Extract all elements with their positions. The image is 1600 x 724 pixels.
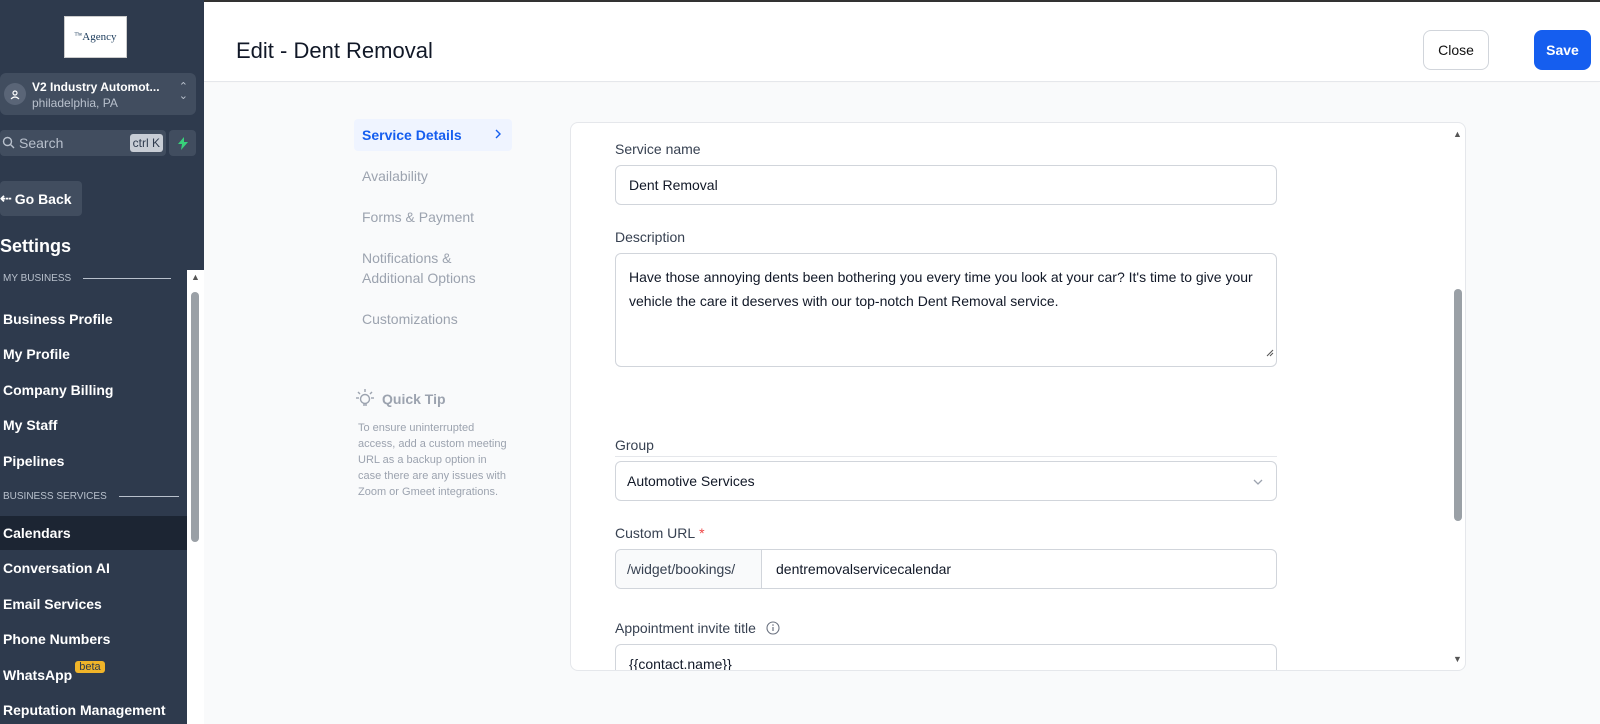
settings-title: Settings: [0, 236, 72, 256]
search-shortcut: ctrl K: [129, 134, 163, 152]
main-content: Service Details Availability Forms & Pay…: [204, 83, 1600, 724]
whatsapp-label: WhatsApp: [3, 667, 73, 683]
section-divider: [615, 456, 1277, 457]
lightning-icon: [177, 136, 188, 150]
invite-title-label: Appointment invite title: [615, 620, 780, 638]
sidebar-item-business-profile[interactable]: Business Profile: [0, 302, 187, 336]
save-button[interactable]: Save: [1534, 30, 1591, 70]
go-back-label: Go Back: [14, 190, 72, 207]
sidebar-item-whatsapp[interactable]: WhatsApp beta: [0, 658, 187, 692]
chevron-down-icon: [1252, 474, 1264, 490]
sidebar-item-my-profile[interactable]: My Profile: [0, 337, 187, 371]
service-name-label: Service name: [615, 141, 701, 157]
required-asterisk: *: [699, 525, 705, 541]
sidebar-item-company-billing[interactable]: Company Billing: [0, 373, 187, 407]
sidebar-item-reputation-management[interactable]: Reputation Management: [0, 693, 187, 724]
quick-tip-title: Quick Tip: [354, 388, 446, 410]
custom-url-field[interactable]: /widget/bookings/ dentremovalservicecale…: [615, 549, 1277, 589]
sidebar-scrollbar[interactable]: ▲: [187, 270, 204, 724]
sidebar-item-calendars[interactable]: Calendars: [0, 516, 187, 550]
location-pin-icon: [4, 83, 26, 105]
scroll-up-icon[interactable]: ▲: [191, 272, 200, 282]
logo-text: TheAgency: [74, 31, 117, 43]
form-scrollbar[interactable]: ▲ ▼: [1451, 123, 1465, 670]
step-label: Service Details: [362, 127, 462, 143]
chevron-right-icon: [494, 125, 502, 145]
quick-tip-body: To ensure uninterrupted access, add a cu…: [358, 422, 507, 498]
account-location: philadelphia, PA: [32, 96, 118, 110]
lightbulb-icon: [356, 389, 374, 406]
custom-url-label: Custom URL *: [615, 525, 705, 541]
group-label: Group: [615, 437, 654, 453]
step-availability[interactable]: Availability: [354, 160, 512, 192]
quick-actions-button[interactable]: [169, 130, 196, 156]
scroll-up-icon[interactable]: ▲: [1453, 129, 1462, 139]
close-button[interactable]: Close: [1423, 30, 1489, 70]
section-label-business-services: BUSINESS SERVICES: [3, 491, 179, 502]
step-customizations[interactable]: Customizations: [354, 303, 512, 335]
account-name: V2 Industry Automot...: [32, 80, 160, 94]
group-select[interactable]: Automotive Services: [615, 461, 1277, 501]
custom-url-prefix: /widget/bookings/: [616, 550, 762, 588]
description-text: Have those annoying dents been bothering…: [629, 269, 1253, 309]
resize-handle-icon[interactable]: [1266, 340, 1274, 364]
go-back-button[interactable]: ⇠ Go Back: [0, 181, 82, 216]
search-placeholder: Search: [19, 135, 64, 151]
custom-url-input[interactable]: dentremovalservicecalendar: [762, 550, 951, 588]
sidebar-item-phone-numbers[interactable]: Phone Numbers: [0, 622, 187, 656]
scroll-down-icon[interactable]: ▼: [1453, 654, 1462, 664]
page-header: Edit - Dent Removal Close Save: [204, 2, 1600, 82]
invite-title-input[interactable]: {{contact.name}}: [615, 644, 1277, 670]
search-icon: [2, 136, 15, 154]
sidebar-item-my-staff[interactable]: My Staff: [0, 408, 187, 442]
section-label-my-business: MY BUSINESS: [3, 273, 172, 284]
beta-badge: beta: [75, 661, 105, 673]
step-forms-payment[interactable]: Forms & Payment: [354, 201, 512, 233]
sidebar: TheAgency V2 Industry Automot... philade…: [0, 0, 204, 724]
info-icon[interactable]: [766, 621, 780, 638]
sidebar-item-conversation-ai[interactable]: Conversation AI: [0, 551, 187, 585]
sidebar-item-pipelines[interactable]: Pipelines: [0, 444, 187, 478]
sidebar-scroll-thumb[interactable]: [191, 292, 199, 542]
group-selected-value: Automotive Services: [627, 473, 755, 489]
service-details-form: Service name Dent Removal Description Ha…: [570, 122, 1466, 671]
chevron-up-down-icon: ⌃ ⌄: [178, 81, 188, 102]
description-textarea[interactable]: Have those annoying dents been bothering…: [615, 253, 1277, 367]
search-input[interactable]: Search ctrl K: [0, 130, 166, 156]
account-switcher[interactable]: V2 Industry Automot... philadelphia, PA …: [0, 73, 196, 115]
page-title: Edit - Dent Removal: [236, 38, 433, 63]
form-scroll-thumb[interactable]: [1454, 289, 1462, 521]
sidebar-item-email-services[interactable]: Email Services: [0, 587, 187, 621]
step-notifications[interactable]: Notifications & Additional Options: [354, 242, 512, 294]
arrow-left-icon: ⇠: [0, 190, 12, 206]
agency-logo[interactable]: TheAgency: [64, 16, 127, 58]
description-label: Description: [615, 229, 686, 245]
step-service-details[interactable]: Service Details: [354, 119, 512, 151]
service-name-input[interactable]: Dent Removal: [615, 165, 1277, 205]
